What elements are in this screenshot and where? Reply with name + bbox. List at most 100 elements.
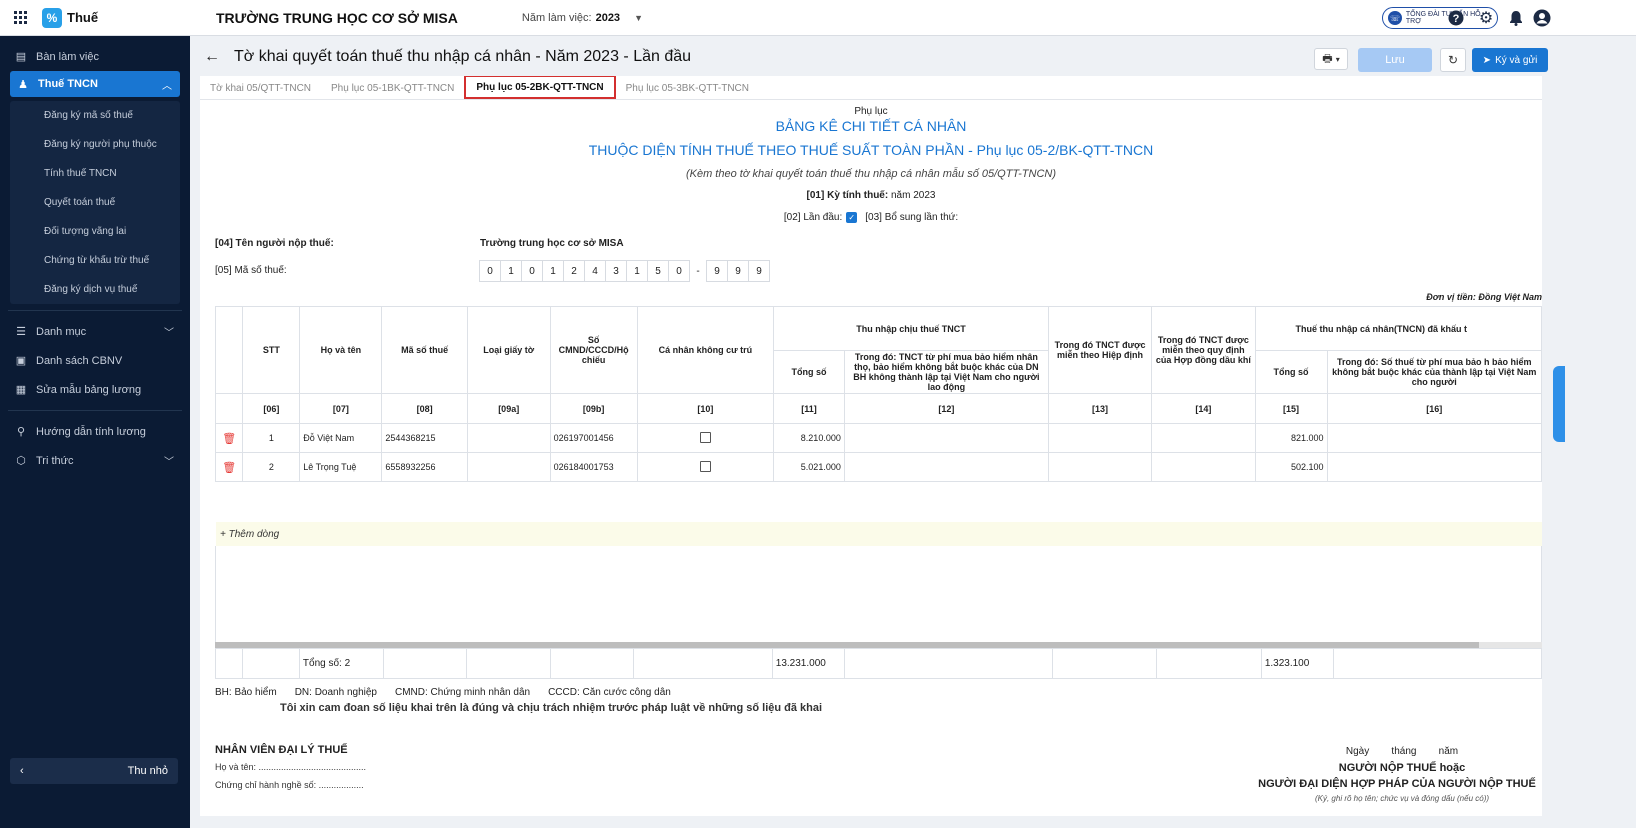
cell-id-number[interactable]: 026184001753 [549,452,638,482]
tax-period-label: [01] Kỳ tính thuế: [806,190,889,201]
sidebar-item-payroll[interactable]: ▦ Sửa mẫu bảng lương [0,375,190,404]
sidebar-subitem[interactable]: Đăng ký mã số thuế [10,101,180,130]
cell-tax-code[interactable]: 2544368215 [381,423,468,453]
phone-icon: ☏ [1388,11,1402,25]
sign-and-send-button[interactable]: ➤ Ký và gửi [1472,48,1548,72]
cell-income-insurance[interactable] [843,452,1049,482]
user-avatar-icon[interactable] [1532,8,1552,28]
total-tax: 1.323.100 [1260,648,1334,679]
legend-item: CCCD: Căn cước công dân [548,687,671,698]
app-name: Thuế [67,10,99,25]
column-codes-row: [06] [07] [08] [09a] [09b] [10] [11] [12… [214,393,1542,424]
tab-05-3bk[interactable]: Phụ lục 05-3BK-QTT-TNCN [616,77,759,99]
detail-table: STT Họ và tên Mã số thuế Loại giấy tờ Số… [214,306,1542,482]
tab-05-2bk[interactable]: Phụ lục 05-2BK-QTT-TNCN [464,76,616,99]
sidebar-subitem[interactable]: Đăng ký dịch vụ thuế [10,275,180,304]
side-panel-toggle[interactable] [1553,366,1565,442]
page-title: Tờ khai quyết toán thuế thu nhập cá nhân… [234,48,692,65]
abbreviation-legend: BH: Bảo hiểm DN: Doanh nghiệp CMND: Chứn… [215,687,671,698]
cell-name[interactable]: Lê Trọng Tuệ [299,452,383,482]
sidebar-item-guide[interactable]: ⚲ Hướng dẫn tính lương [0,417,190,446]
help-icon[interactable]: ? [1446,8,1466,28]
supplement-label: [03] Bổ sung lần thứ: [865,212,959,223]
save-button[interactable]: Lưu [1358,48,1432,72]
printer-icon: 🖶 [1322,52,1333,65]
back-arrow-icon[interactable]: ← [204,48,220,66]
cell-tax-insurance[interactable] [1326,452,1542,482]
table-row[interactable]: 🗑 1 Đỗ Việt Nam 2544368215 026197001456 … [214,423,1542,453]
cell-exempt-treaty[interactable] [1047,423,1153,453]
app-logo[interactable]: % Thuế [42,7,202,28]
sidebar-subitem[interactable]: Đối tượng vãng lai [10,217,180,246]
sidebar-subitem[interactable]: Quyết toán thuế [10,188,180,217]
sidebar-item-knowledge[interactable]: ⬡ Tri thức ﹀ [0,446,190,475]
tax-code-digit: 3 [605,260,627,282]
cell-exempt-oil[interactable] [1151,452,1256,482]
sidebar-item-catalog[interactable]: ☰ Danh mục ﹀ [0,317,190,346]
dashboard-icon: ▤ [15,51,27,63]
tax-code-digit: 5 [647,260,669,282]
delete-row-icon[interactable]: 🗑 [222,462,236,474]
first-time-checkbox[interactable]: ✓ [846,212,858,223]
cell-exempt-treaty[interactable] [1047,452,1153,482]
refresh-button[interactable]: ↻ [1440,48,1466,72]
cell-tax-code[interactable]: 6558932256 [381,452,468,482]
add-row-button[interactable]: + Thêm dòng [216,522,1542,546]
sidebar-subitem[interactable]: Tính thuế TNCN [10,159,180,188]
delete-row-icon[interactable]: 🗑 [222,433,236,445]
tab-05-qtt[interactable]: Tờ khai 05/QTT-TNCN [200,77,321,99]
col-header-non-resident: Cá nhân không cư trú [636,306,775,394]
tax-code-digit: 0 [521,260,543,282]
app-grid-icon[interactable] [6,0,36,36]
sign-date: Ngày tháng năm [1345,746,1459,757]
sidebar-subitem[interactable]: Chứng từ khấu trừ thuế [10,246,180,275]
table-header-cell [214,393,244,424]
sidebar-item-label: Danh sách CBNV [36,354,123,367]
year-selector[interactable]: Năm làm việc: 2023 ▼ [522,12,643,24]
cell-exempt-oil[interactable] [1151,423,1256,453]
cell-doc-type[interactable] [466,423,551,453]
non-resident-checkbox[interactable] [699,431,711,443]
cell-income-total[interactable]: 5.021.000 [773,452,845,482]
col-header-name: Họ và tên [299,306,383,394]
cell-name[interactable]: Đỗ Việt Nam [299,423,383,453]
col-header-exempt-treaty: Trong đó TNCT được miễn theo Hiệp định [1047,306,1153,394]
knowledge-cube-icon: ⬡ [16,455,26,467]
cell-income-insurance[interactable] [843,423,1049,453]
table-header-cell [214,306,244,394]
collapse-sidebar-button[interactable]: ‹ Thu nhỏ [10,758,178,784]
sidebar-divider [8,410,182,411]
col-header-id-number: Số CMND/CCCD/Hộ chiếu [549,306,638,394]
cell-tax-insurance[interactable] [1326,423,1542,453]
staff-card-icon: ▣ [15,355,27,367]
form-panel: Tờ khai 05/QTT-TNCN Phụ lục 05-1BK-QTT-T… [200,76,1542,816]
sidebar: ▤ Bàn làm việc ♟ Thuế TNCN ︿ Đăng ký mã … [0,36,190,828]
print-button[interactable]: 🖶 ▾ [1314,48,1348,70]
cell-income-total[interactable]: 8.210.000 [773,423,845,453]
sidebar-item-staff[interactable]: ▣ Danh sách CBNV [0,346,190,375]
col-code: [14] [1151,393,1256,424]
gear-icon[interactable]: ⚙ [1476,8,1496,28]
total-row: Tổng số: 2 13.231.000 1.323.100 [215,648,1542,679]
col-header-tax-total: Tổng số [1254,350,1328,394]
cell-tax-total[interactable]: 502.100 [1254,452,1328,482]
non-resident-checkbox[interactable] [699,460,711,472]
table-row[interactable]: 🗑 2 Lê Trọng Tuệ 6558932256 026184001753… [214,452,1542,482]
cell-tax-total[interactable]: 821.000 [1254,423,1328,453]
chevron-down-icon: ▼ [634,12,643,23]
bell-icon[interactable] [1506,8,1526,28]
form-subtitle: Phụ lục [854,106,888,117]
cell-doc-type[interactable] [466,452,551,482]
col-header-tax-insurance: Trong đó: Số thuế từ phí mua bảo h bảo h… [1326,350,1542,394]
col-header-tax-code: Mã số thuế [381,306,468,394]
sidebar-item-workspace[interactable]: ▤ Bàn làm việc [0,42,190,71]
sidebar-item-tncn[interactable]: ♟ Thuế TNCN ︿ [10,71,180,97]
form-title: BẢNG KÊ CHI TIẾT CÁ NHÂN [775,118,967,134]
col-header-exempt-oil: Trong đó TNCT được miễn theo quy định củ… [1151,306,1256,394]
tax-code-digit: 2 [563,260,585,282]
tab-05-1bk[interactable]: Phụ lục 05-1BK-QTT-TNCN [321,77,464,99]
top-bar: % Thuế TRƯỜNG TRUNG HỌC CƠ SỞ MISA Năm l… [0,0,1636,36]
sidebar-subitem[interactable]: Đăng ký người phụ thuộc [10,130,180,159]
cell-id-number[interactable]: 026197001456 [549,423,638,453]
svg-text:?: ? [1453,13,1460,25]
